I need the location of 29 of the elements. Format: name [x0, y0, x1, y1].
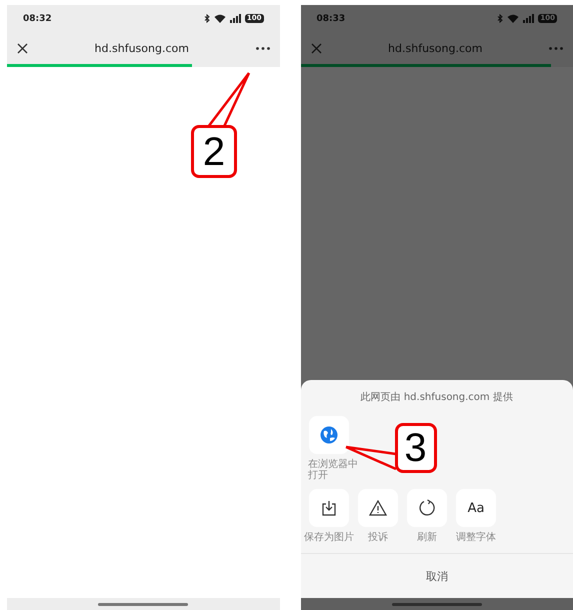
page-url: hd.shfusong.com — [388, 42, 482, 54]
action-tile[interactable] — [309, 416, 349, 454]
more-icon[interactable] — [256, 46, 270, 50]
bluetooth-icon — [204, 14, 210, 23]
download-icon — [321, 500, 337, 516]
page-url: hd.shfusong.com — [94, 42, 189, 54]
bluetooth-icon — [497, 14, 504, 23]
home-indicator[interactable] — [98, 602, 188, 606]
font-size-icon: Aa — [468, 500, 484, 516]
action-label: 调整字体 — [455, 532, 497, 543]
action-label: 投诉 — [367, 532, 389, 543]
action-label: 在浏览器中打开 — [307, 459, 358, 481]
action-tile[interactable] — [358, 489, 398, 527]
status-time: 08:32 — [23, 14, 52, 24]
action-label: 刷新 — [416, 532, 438, 543]
refresh-icon — [418, 499, 436, 517]
action-tile[interactable] — [309, 489, 349, 527]
signal-icon — [523, 14, 534, 23]
action-tile[interactable] — [407, 489, 447, 527]
warning-icon — [369, 500, 387, 516]
action-label: 保存为图片 — [304, 532, 354, 543]
sheet-title: 此网页由 hd.shfusong.com 提供 — [360, 390, 514, 404]
callout-number: 2 — [191, 125, 237, 178]
globe-icon — [320, 426, 338, 444]
signal-icon — [230, 14, 241, 23]
status-time: 08:33 — [316, 14, 346, 24]
action-tile[interactable]: Aa — [456, 489, 496, 527]
callout-number: 3 — [394, 423, 436, 473]
close-icon[interactable] — [17, 42, 28, 54]
